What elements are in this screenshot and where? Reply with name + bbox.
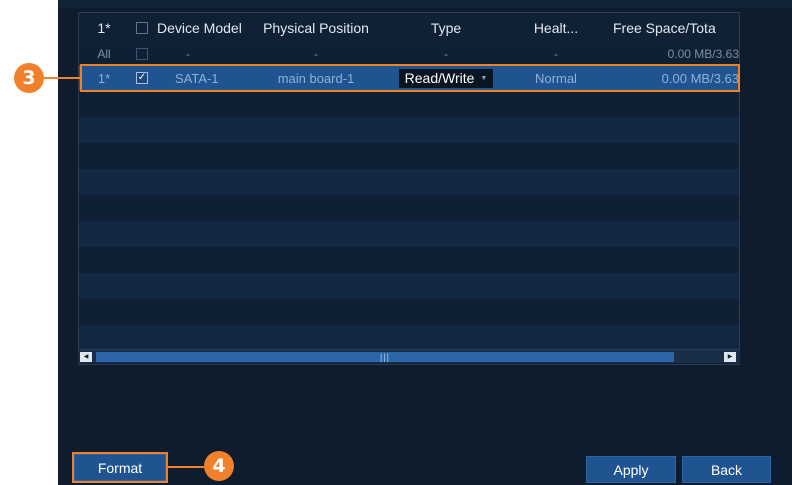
header-checkbox[interactable] [136,22,148,34]
header-device-model[interactable]: Device Model [155,20,251,36]
cell-health: - [554,47,558,61]
hdd-table: 1* Device Model Physical Position Type H… [78,12,740,365]
empty-row [79,299,739,325]
cell-type: Read/Write ▼ [381,68,511,88]
header-number[interactable]: 1* [79,20,129,36]
storage-screen: 1* Device Model Physical Position Type H… [58,0,792,485]
empty-row [79,325,739,349]
cell-select[interactable]: ✓ [129,72,155,84]
row-checkbox[interactable]: ✓ [136,72,148,84]
row-checkbox[interactable] [136,48,148,60]
table-row-all[interactable]: All - - - - 0.00 MB/3.63 [79,43,739,65]
empty-row [79,221,739,247]
step-4-connector [168,466,204,468]
chevron-down-icon: ▼ [480,74,488,82]
step-3-connector [44,77,80,79]
cell-select[interactable] [129,48,155,60]
cell-type: - [444,47,448,61]
step-3-badge: 3 [14,63,44,93]
cell-physical-position: main board-1 [277,70,355,86]
empty-row [79,91,739,117]
header-type[interactable]: Type [381,20,511,36]
empty-row [79,195,739,221]
grip-icon: ||| [379,352,391,362]
table-row[interactable]: 1* ✓ SATA-1 main board-1 Read/Write ▼ No… [79,65,739,91]
type-dropdown[interactable]: Read/Write ▼ [398,68,494,88]
apply-button[interactable]: Apply [586,456,676,483]
cell-device-model: - [186,47,190,61]
cell-number: 1* [97,70,111,86]
header-free-space[interactable]: Free Space/Tota [601,20,739,36]
cell-free-space: 0.00 MB/3.63 [661,70,739,86]
empty-row [79,273,739,299]
empty-row [79,247,739,273]
header-select-all[interactable] [129,22,155,34]
back-button[interactable]: Back [682,456,771,483]
scroll-right-icon[interactable]: ▶ [724,352,736,362]
cell-number: All [97,47,111,61]
empty-row [79,143,739,169]
header-health[interactable]: Healt... [511,20,601,36]
empty-row [79,169,739,195]
empty-row [79,117,739,143]
cell-free-space: 0.00 MB/3.63 [667,47,739,61]
step-4-badge: 4 [204,451,234,481]
cell-physical-position: - [314,47,318,61]
scroll-left-icon[interactable]: ◀ [80,352,92,362]
cell-health: Normal [535,70,577,86]
scrollbar-thumb[interactable]: ||| [96,352,674,362]
cell-device-model: SATA-1 [175,70,219,86]
type-dropdown-value: Read/Write [404,70,475,86]
format-button[interactable]: Format [74,454,166,481]
header-physical-position[interactable]: Physical Position [251,20,381,36]
table-header: 1* Device Model Physical Position Type H… [79,13,739,43]
horizontal-scrollbar[interactable]: ◀ ||| ▶ [78,349,740,363]
